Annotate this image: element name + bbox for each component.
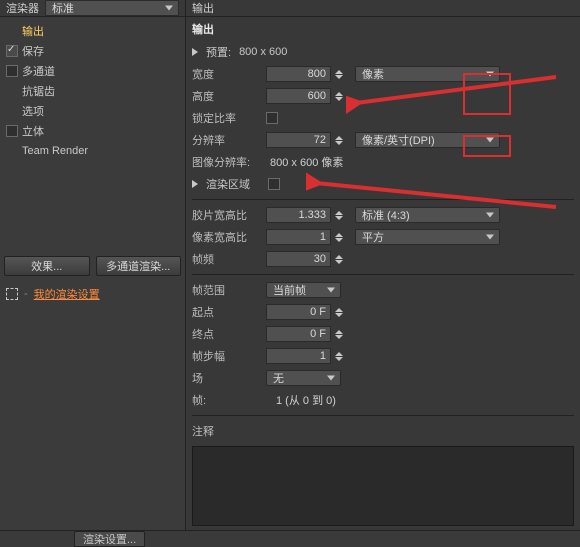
- checkbox[interactable]: [6, 45, 18, 57]
- sidebar-item-teamrender[interactable]: Team Render: [4, 141, 181, 161]
- resolution-label: 分辨率: [192, 132, 262, 148]
- checkbox[interactable]: [6, 65, 18, 77]
- spacer: [6, 145, 18, 157]
- top-bar: 渲染器 标准 输出: [0, 0, 580, 17]
- film-aspect-spinner[interactable]: [335, 211, 345, 220]
- start-spinner[interactable]: [335, 308, 345, 317]
- height-label: 高度: [192, 88, 262, 104]
- step-spinner[interactable]: [335, 352, 345, 361]
- renderer-dropdown[interactable]: 标准: [45, 0, 179, 16]
- pixel-aspect-spinner[interactable]: [335, 233, 345, 242]
- checkbox[interactable]: [6, 125, 18, 137]
- film-aspect-label: 胶片宽高比: [192, 207, 262, 223]
- separator: [192, 274, 574, 275]
- effect-button[interactable]: 效果...: [4, 256, 90, 276]
- image-res-value: 800 x 600 像素: [270, 154, 343, 170]
- sidebar-item-label: 选项: [22, 103, 44, 119]
- my-render-settings-link[interactable]: 我的渲染设置: [34, 286, 100, 302]
- fps-input[interactable]: 30: [266, 251, 331, 267]
- pixel-aspect-dropdown[interactable]: 平方: [355, 229, 500, 245]
- spacer: [6, 85, 18, 97]
- sidebar-item-label: Team Render: [22, 145, 88, 157]
- sidebar-item-stereo[interactable]: 立体: [4, 121, 181, 141]
- width-label: 宽度: [192, 66, 262, 82]
- frame-range-label: 帧范围: [192, 282, 262, 298]
- start-label: 起点: [192, 304, 262, 320]
- output-panel: 输出 预置: 800 x 600 宽度 800 像素 高度 600 锁定比率: [186, 17, 580, 530]
- sidebar-item-antialias[interactable]: 抗锯齿: [4, 81, 181, 101]
- lock-ratio-label: 锁定比率: [192, 110, 262, 126]
- sidebar-item-label: 多通道: [22, 63, 55, 79]
- end-spinner[interactable]: [335, 330, 345, 339]
- height-spinner[interactable]: [335, 92, 345, 101]
- panel-title: 输出: [192, 21, 574, 37]
- preset-label: 预置:: [206, 44, 231, 60]
- unit-dropdown[interactable]: 像素: [355, 66, 500, 82]
- sidebar-item-label: 保存: [22, 43, 44, 59]
- sidebar-item-label: 输出: [22, 23, 44, 39]
- render-region-checkbox[interactable]: [268, 178, 280, 190]
- bottom-tab-bar: 渲染设置...: [0, 530, 580, 547]
- step-label: 帧步幅: [192, 348, 262, 364]
- renderer-label: 渲染器: [6, 0, 39, 16]
- field-label: 场: [192, 370, 262, 386]
- separator: [192, 415, 574, 416]
- width-input[interactable]: 800: [266, 66, 331, 82]
- sidebar-item-save[interactable]: 保存: [4, 41, 181, 61]
- sidebar-item-multipass[interactable]: 多通道: [4, 61, 181, 81]
- fps-label: 帧频: [192, 251, 262, 267]
- sidebar-item-label: 抗锯齿: [22, 83, 55, 99]
- preset-value: 800 x 600: [239, 46, 287, 58]
- disclosure-icon[interactable]: [192, 180, 198, 188]
- render-region-label: 渲染区域: [206, 176, 264, 192]
- notes-textarea[interactable]: [192, 446, 574, 526]
- sidebar-item-output[interactable]: 输出: [4, 21, 181, 41]
- pixel-aspect-input[interactable]: 1: [266, 229, 331, 245]
- spacer: [6, 105, 18, 117]
- category-tree: 输出 保存 多通道 抗锯齿 选项: [0, 17, 185, 250]
- notes-label: 注释: [192, 423, 262, 439]
- panel-header-label: 输出: [192, 0, 214, 16]
- frames-value: 1 (从 0 到 0): [276, 392, 336, 408]
- spacer: [6, 25, 18, 37]
- width-spinner[interactable]: [335, 70, 345, 79]
- frames-label: 帧:: [192, 392, 262, 408]
- start-input[interactable]: 0 F: [266, 304, 331, 320]
- end-input[interactable]: 0 F: [266, 326, 331, 342]
- lock-ratio-checkbox[interactable]: [266, 112, 278, 124]
- sidebar: 输出 保存 多通道 抗锯齿 选项: [0, 17, 186, 530]
- height-input[interactable]: 600: [266, 88, 331, 104]
- pixel-aspect-label: 像素宽高比: [192, 229, 262, 245]
- image-res-label: 图像分辨率:: [192, 154, 262, 170]
- film-aspect-dropdown[interactable]: 标准 (4:3): [355, 207, 500, 223]
- resolution-input[interactable]: 72: [266, 132, 331, 148]
- step-input[interactable]: 1: [266, 348, 331, 364]
- frame-range-dropdown[interactable]: 当前帧: [266, 282, 341, 298]
- fps-spinner[interactable]: [335, 255, 345, 264]
- target-icon: [6, 288, 18, 300]
- resolution-unit-dropdown[interactable]: 像素/英寸(DPI): [355, 132, 500, 148]
- end-label: 终点: [192, 326, 262, 342]
- multipass-render-button[interactable]: 多通道渲染...: [96, 256, 182, 276]
- separator: [192, 199, 574, 200]
- resolution-spinner[interactable]: [335, 136, 345, 145]
- render-settings-tab[interactable]: 渲染设置...: [74, 531, 145, 547]
- field-dropdown[interactable]: 无: [266, 370, 341, 386]
- preset-row: 预置: 800 x 600: [192, 41, 574, 63]
- my-render-settings-row[interactable]: - 我的渲染设置: [0, 282, 185, 306]
- disclosure-icon[interactable]: [192, 48, 198, 56]
- sidebar-item-options[interactable]: 选项: [4, 101, 181, 121]
- film-aspect-input[interactable]: 1.333: [266, 207, 331, 223]
- sidebar-item-label: 立体: [22, 123, 44, 139]
